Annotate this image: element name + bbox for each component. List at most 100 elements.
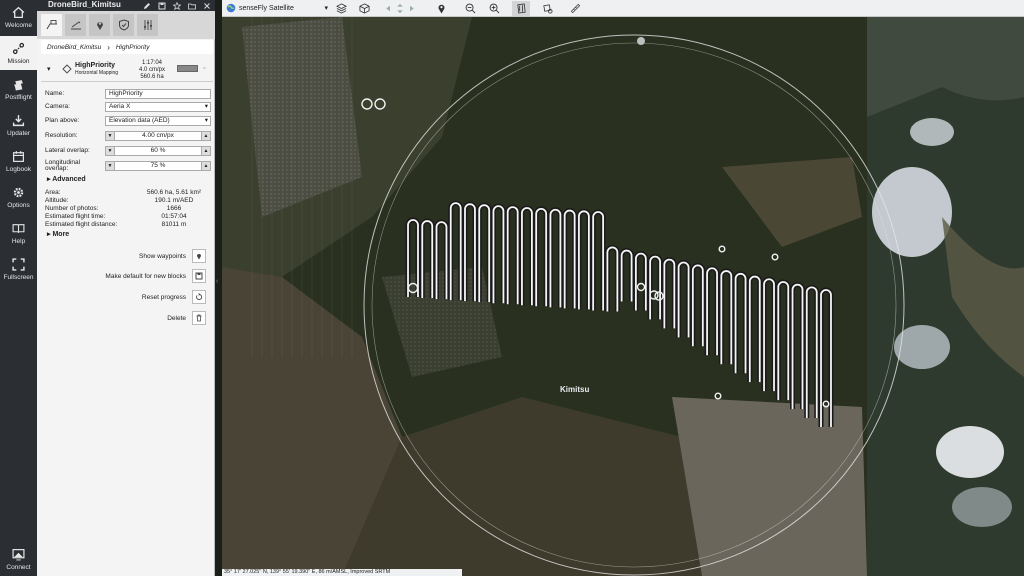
mission-panel: DroneBird_Kimitsu DroneBird_Kimitsu › Hi… (37, 0, 215, 576)
field-label: Lateral overlap: (45, 146, 90, 154)
longitudinal-overlap-value[interactable]: 75 % (115, 160, 201, 171)
zoom-out-button[interactable] (461, 1, 479, 16)
rail-updater[interactable]: Updater (0, 108, 37, 142)
rail-connect[interactable]: Connect (0, 542, 37, 576)
stat-label: Area: (45, 189, 61, 196)
delete-button[interactable]: Delete (167, 310, 206, 326)
waypoint-icon (197, 254, 201, 260)
lateral-overlap-value[interactable]: 60 % (115, 145, 201, 156)
camera-select[interactable]: Aeria X ▾ (105, 101, 211, 112)
satellite-map[interactable]: Kimitsu (222, 17, 1024, 576)
stat-value: 81011 m (161, 221, 187, 228)
locate-button[interactable] (432, 1, 450, 16)
mission-path-icon (12, 42, 25, 54)
pan-controls[interactable] (379, 1, 421, 16)
rail-label: Connect (6, 563, 31, 571)
block-shape-icon (62, 64, 72, 74)
pencil-icon[interactable] (143, 2, 151, 10)
field-label: Resolution: (45, 131, 78, 139)
zoom-in-button[interactable] (485, 1, 503, 16)
block-menu-icon[interactable]: ▫ (203, 65, 205, 72)
photos-stack-icon (14, 79, 23, 90)
rail-label: Logbook (6, 165, 31, 173)
field-label: Longitudinal overlap: (45, 158, 81, 172)
field-lateral-overlap: Lateral overlap: ▼ 60 % ▲ (45, 145, 213, 156)
make-default-button[interactable]: Make default for new blocks (105, 268, 206, 284)
field-label: Camera: (45, 102, 70, 110)
close-icon[interactable] (203, 2, 211, 10)
rail-welcome[interactable]: Welcome (0, 0, 37, 34)
decrement-button[interactable]: ▼ (105, 130, 115, 141)
advanced-label: Advanced (52, 176, 86, 183)
rail-logbook[interactable]: Logbook (0, 144, 37, 178)
decrement-button[interactable]: ▼ (105, 145, 115, 156)
advanced-toggle[interactable]: ▸ Advanced (47, 175, 86, 183)
rail-postflight[interactable]: Postflight (0, 72, 37, 106)
block-header[interactable]: ▾ HighPriority Horizontal Mapping 1:17:0… (41, 58, 213, 82)
rail-label: Welcome (5, 21, 32, 29)
breadcrumb: DroneBird_Kimitsu › HighPriority (41, 40, 213, 54)
home-marker[interactable] (637, 37, 645, 45)
stat-altitude: Altitude: 190.1 m/AED (45, 197, 193, 204)
block-area: 560.6 ha (140, 74, 164, 80)
tab-photo-mapping[interactable] (41, 14, 62, 36)
globe-icon (226, 3, 236, 13)
rail-fullscreen[interactable]: Fullscreen (0, 252, 37, 286)
home-icon (12, 6, 25, 18)
plan-above-select[interactable]: Elevation data (AED) ▾ (105, 115, 211, 126)
ruler-icon (570, 3, 580, 14)
field-camera: Camera: Aeria X ▾ (45, 101, 213, 112)
tab-settings[interactable] (137, 14, 158, 36)
resolution-value[interactable]: 4.00 cm/px (115, 130, 201, 141)
decrement-button[interactable]: ▼ (105, 160, 115, 171)
rail-options[interactable]: Options (0, 180, 37, 214)
navigation-rail: Welcome Mission Postflight Updater Logbo… (0, 0, 37, 576)
fullscreen-icon (12, 257, 25, 271)
field-label: Plan above: (45, 116, 80, 124)
longitudinal-overlap-stepper: ▼ 75 % ▲ (105, 160, 211, 171)
breadcrumb-block[interactable]: HighPriority (116, 44, 150, 51)
images-toggle[interactable] (538, 1, 556, 16)
block-name: HighPriority (75, 62, 116, 69)
flight-lines-toggle[interactable] (512, 1, 530, 16)
download-icon (12, 114, 25, 126)
map-pin-icon (437, 4, 445, 14)
gear-icon (13, 187, 24, 197)
increment-button[interactable]: ▲ (201, 130, 211, 141)
map-source-select[interactable]: senseFly Satellite ▾ (226, 2, 328, 14)
rail-label: Postflight (5, 93, 32, 101)
rail-help[interactable]: Help (0, 216, 37, 250)
stat-flight-time: Estimated flight time: 01:57:04 (45, 213, 187, 220)
increment-button[interactable]: ▲ (201, 145, 211, 156)
3d-view-button[interactable] (355, 1, 373, 16)
map-pin-icon (96, 22, 103, 30)
measure-button[interactable] (566, 1, 584, 16)
map-canvas[interactable] (222, 17, 1024, 576)
tab-map-pin[interactable] (89, 14, 110, 36)
show-waypoints-button[interactable]: Show waypoints (139, 248, 206, 264)
layers-button[interactable] (332, 1, 350, 16)
more-toggle[interactable]: ▸ More (47, 230, 69, 238)
screen-connect-icon (12, 548, 25, 560)
image-footprint-icon (542, 4, 552, 14)
chevron-down-icon: ▾ (204, 116, 208, 124)
star-icon[interactable] (173, 1, 181, 10)
stat-label: Number of photos: (45, 205, 99, 212)
rail-mission[interactable]: Mission (0, 36, 37, 70)
folder-icon[interactable] (188, 2, 196, 10)
project-title-bar: DroneBird_Kimitsu (37, 0, 215, 11)
block-type: Horizontal Mapping (75, 70, 119, 76)
name-input[interactable]: HighPriority (105, 88, 211, 99)
stat-area: Area: 560.6 ha, 5.61 km² (45, 189, 201, 196)
coordinates-status: 35° 17' 27.025" N, 139° 55' 19.390" E, 8… (222, 569, 462, 576)
chevron-down-icon[interactable]: ▾ (47, 65, 51, 73)
stat-value: 01:57:04 (161, 213, 187, 220)
map-town-label: Kimitsu (560, 385, 590, 394)
stat-value: 1666 (166, 205, 182, 212)
reset-progress-button[interactable]: Reset progress (142, 289, 206, 305)
tab-safety[interactable] (113, 14, 134, 36)
increment-button[interactable]: ▲ (201, 160, 211, 171)
breadcrumb-project[interactable]: DroneBird_Kimitsu (47, 44, 101, 51)
save-icon[interactable] (158, 2, 166, 10)
tab-landing[interactable] (65, 14, 86, 36)
